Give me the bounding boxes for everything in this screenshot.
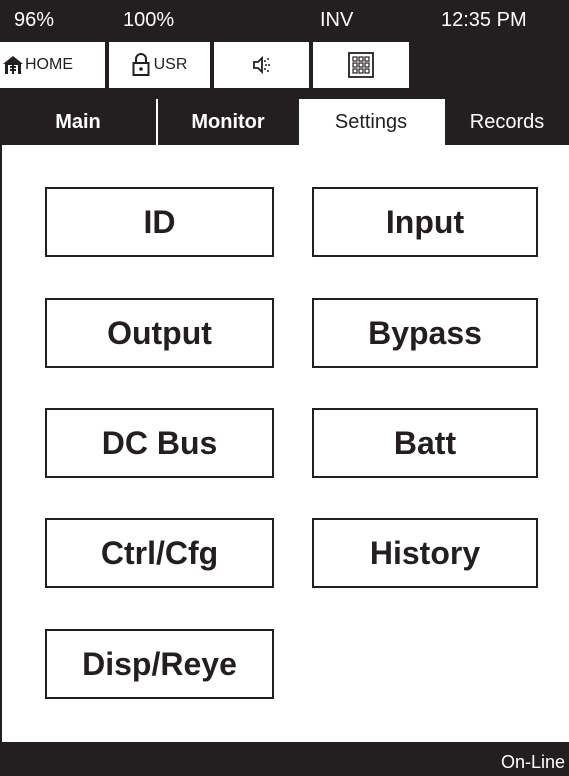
speaker-icon: [250, 53, 274, 77]
id-settings-button[interactable]: ID: [45, 187, 274, 257]
tab-settings[interactable]: Settings: [298, 99, 443, 145]
home-button-label: HOME: [25, 56, 73, 73]
home-icon: [2, 54, 24, 76]
sound-button[interactable]: [214, 42, 309, 88]
user-login-button[interactable]: USR: [109, 42, 210, 88]
system-status-text: On-Line: [500, 752, 565, 772]
lock-icon: [132, 53, 150, 77]
history-settings-button[interactable]: History: [312, 518, 538, 588]
bypass-settings-button[interactable]: Bypass: [312, 298, 538, 368]
tab-main[interactable]: Main: [0, 99, 156, 145]
keypad-button[interactable]: [313, 42, 409, 88]
footer-status-bar: On-Line: [0, 742, 569, 776]
display-settings-button[interactable]: Disp/Reye: [45, 629, 274, 699]
tab-monitor[interactable]: Monitor: [156, 99, 298, 145]
home-button[interactable]: HOME: [0, 42, 105, 88]
tab-records[interactable]: Records: [443, 99, 569, 145]
load-level: 100%: [123, 9, 175, 31]
status-bar: 96% 100% INV 12:35 PM: [0, 0, 569, 40]
battery-level: 96%: [14, 9, 55, 31]
clock: 12:35 PM: [441, 9, 527, 31]
keypad-icon: [348, 52, 374, 78]
input-settings-button[interactable]: Input: [312, 187, 538, 257]
user-button-label: USR: [153, 56, 188, 73]
settings-panel: ID Input Output Bypass DC Bus Batt Ctrl/…: [0, 145, 569, 742]
operating-mode: INV: [320, 9, 354, 31]
ctrl-cfg-settings-button[interactable]: Ctrl/Cfg: [45, 518, 274, 588]
tab-bar: Main Monitor Settings Records: [0, 99, 569, 145]
dc-bus-settings-button[interactable]: DC Bus: [45, 408, 274, 478]
output-settings-button[interactable]: Output: [45, 298, 274, 368]
battery-settings-button[interactable]: Batt: [312, 408, 538, 478]
quick-button-bar: HOME USR: [0, 40, 569, 99]
